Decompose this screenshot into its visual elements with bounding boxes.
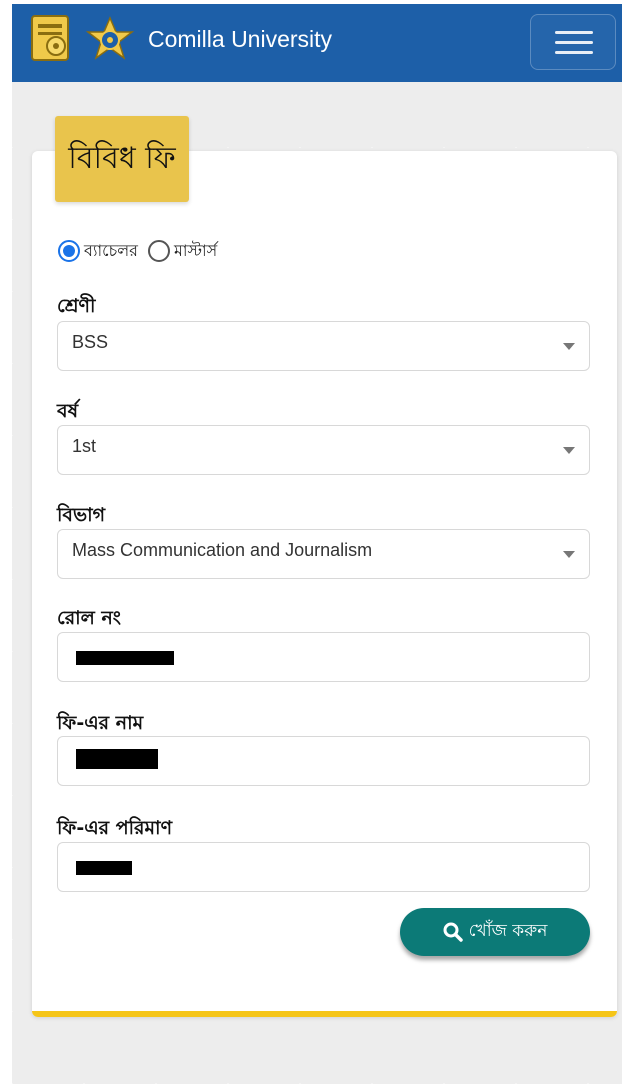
form-title: বিবিধ ফি (55, 116, 189, 202)
year-select-value: 1st (72, 436, 97, 456)
class-select-value: BSS (72, 332, 109, 352)
search-button[interactable]: খোঁজ করুন (400, 908, 590, 956)
chevron-down-icon (563, 343, 575, 350)
menu-bar-middle (555, 41, 593, 44)
brand-title[interactable]: Comilla University (148, 26, 332, 53)
department-select[interactable]: Mass Communication and Journalism (57, 529, 590, 579)
redacted-value (76, 861, 132, 875)
search-button-label: খোঁজ করুন (468, 921, 548, 941)
radio-masters-label[interactable]: মাস্টার্স (174, 238, 217, 265)
degree-radio-group: ব্যাচেলর মাস্টার্স (58, 236, 227, 266)
year-select[interactable]: 1st (57, 425, 590, 475)
roll-input[interactable] (57, 632, 590, 682)
radio-masters[interactable] (147, 240, 170, 262)
radio-bachelor-label[interactable]: ব্যাচেলর (84, 238, 138, 265)
chevron-down-icon (563, 551, 575, 558)
hamburger-menu-icon[interactable] (530, 14, 616, 70)
fee-amount-input[interactable] (57, 842, 590, 892)
university-logo-icon[interactable] (30, 12, 135, 72)
class-label: শ্রেণী (57, 295, 96, 317)
card-accent-bar (32, 1011, 617, 1017)
menu-bar-top (555, 31, 593, 34)
radio-bachelor[interactable] (58, 240, 80, 262)
fee-name-input[interactable] (57, 736, 590, 786)
redacted-value (76, 749, 158, 769)
department-select-value: Mass Communication and Journalism (72, 540, 373, 560)
menu-bar-bottom (555, 51, 593, 54)
app-screen: Comilla University বিবিধ ফি ব্যাচেলর মাস… (12, 4, 622, 1084)
chevron-down-icon (563, 447, 575, 454)
redacted-value (76, 651, 174, 665)
navbar: Comilla University (12, 4, 622, 82)
class-select[interactable]: BSS (57, 321, 590, 371)
search-icon (443, 922, 463, 942)
